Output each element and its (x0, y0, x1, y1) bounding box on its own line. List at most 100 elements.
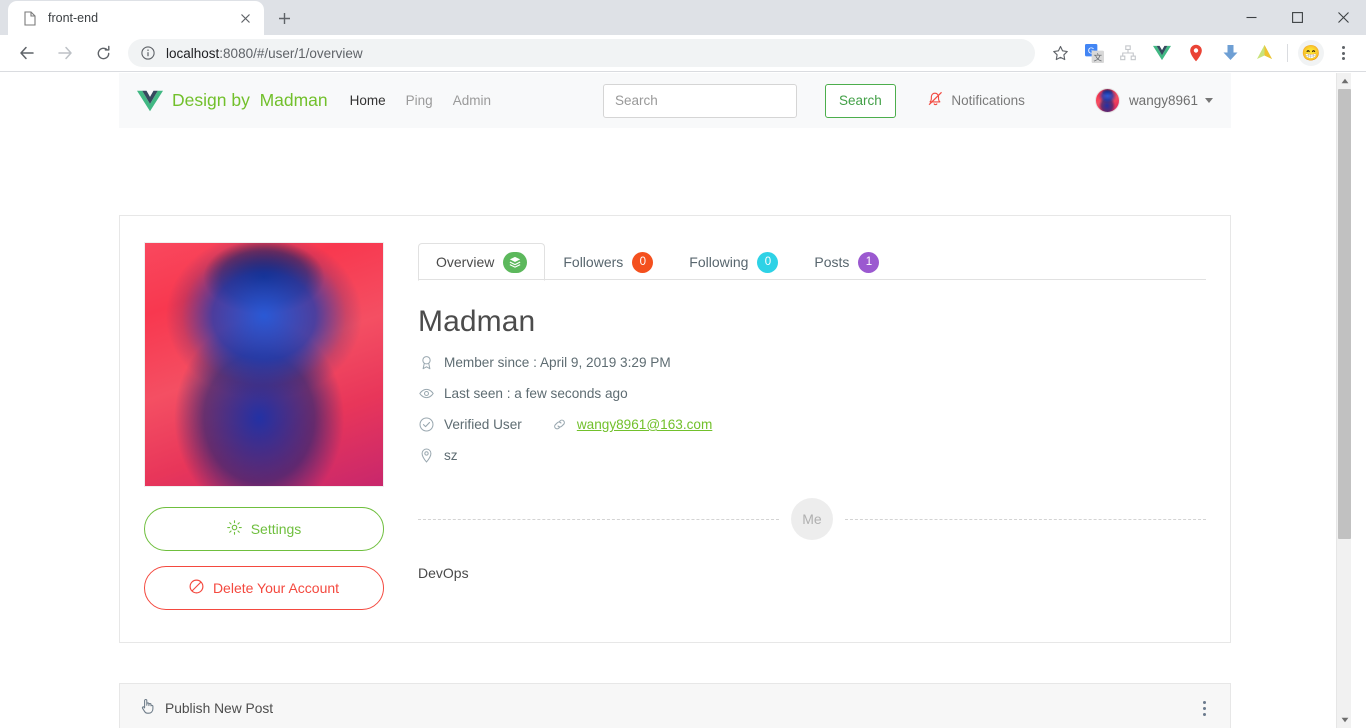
nav-link-admin[interactable]: Admin (453, 93, 491, 108)
new-tab-button[interactable] (270, 4, 298, 32)
meta-location: sz (418, 448, 1206, 463)
tab-overview[interactable]: Overview (418, 243, 546, 281)
close-window-button[interactable] (1320, 0, 1366, 35)
nav-link-home[interactable]: Home (350, 93, 386, 108)
three-dot-menu-icon[interactable] (1199, 697, 1210, 720)
page-viewport: Design by Madman Home Ping Admin Search (0, 73, 1366, 728)
eye-icon (418, 386, 434, 401)
browser-tab[interactable]: front-end (8, 1, 264, 35)
address-host: localhost (166, 45, 220, 61)
three-dot-menu-icon[interactable] (1330, 40, 1356, 66)
search-input[interactable] (602, 83, 797, 118)
notifications-label: Notifications (951, 93, 1025, 108)
nav-links: Home Ping Admin (350, 93, 491, 108)
brand[interactable]: Design by Madman (137, 90, 328, 112)
meta-verified: Verified User wangy8961@163.com (418, 417, 1206, 432)
page-scrollbar[interactable] (1336, 73, 1351, 728)
tab-overview-label: Overview (436, 254, 495, 270)
page-title: Madman (418, 305, 536, 338)
toolbar-divider (1287, 44, 1288, 62)
meta-last-seen: Last seen : a few seconds ago (418, 386, 1206, 401)
brand-prefix: Design by (172, 90, 250, 110)
search-button[interactable]: Search (824, 83, 896, 118)
tab-overview-badge (503, 251, 528, 273)
tab-following[interactable]: Following 0 (671, 243, 796, 281)
profile-bio: DevOps (418, 565, 469, 581)
gear-icon (226, 520, 251, 538)
profile-photo (144, 242, 384, 487)
location-pin-icon[interactable] (1183, 40, 1209, 66)
app-navbar: Design by Madman Home Ping Admin Search (119, 73, 1231, 128)
close-icon[interactable] (236, 9, 254, 27)
tab-following-label: Following (689, 254, 749, 270)
section-divider: Me (418, 497, 1206, 541)
web-page: Design by Madman Home Ping Admin Search (0, 73, 1351, 728)
scroll-up-arrow-icon[interactable] (1337, 73, 1352, 89)
browser-window: front-end localhost:8080/#/user/1/overvi… (0, 0, 1366, 728)
chevron-down-icon (1205, 98, 1213, 103)
tab-followers-badge: 0 (632, 251, 654, 273)
tab-followers-label: Followers (563, 254, 624, 270)
brand-name: Madman (259, 90, 328, 110)
bell-slash-icon (927, 90, 944, 112)
profile-card: Settings Delete Your Account Overview Fo… (119, 215, 1231, 643)
minimize-button[interactable] (1228, 0, 1274, 35)
download-arrow-icon[interactable] (1217, 40, 1243, 66)
extension-icons: G 文 😁 (1043, 40, 1358, 66)
tab-posts-label: Posts (814, 254, 850, 270)
tab-followers[interactable]: Followers 0 (545, 243, 671, 281)
forward-arrow-icon[interactable] (51, 39, 79, 67)
meta-last-seen-text: Last seen : a few seconds ago (444, 386, 628, 401)
tabs-underline (418, 279, 1206, 280)
divider-label: Me (791, 498, 833, 540)
tab-following-badge: 0 (757, 251, 779, 273)
publish-post-card: Publish New Post (119, 683, 1231, 728)
settings-button[interactable]: Settings (144, 507, 384, 551)
delete-account-button-label: Delete Your Account (212, 580, 340, 596)
bookmark-star-icon[interactable] (1047, 40, 1073, 66)
paper-plane-icon[interactable] (1251, 40, 1277, 66)
address-bar[interactable]: localhost:8080/#/user/1/overview (128, 39, 1035, 67)
info-circle-icon[interactable] (140, 45, 156, 61)
check-circle-icon (418, 417, 434, 432)
divider-line-right (845, 518, 1206, 520)
meta-member-since: Member since : April 9, 2019 3:29 PM (418, 355, 1206, 370)
browser-tab-strip: front-end (0, 0, 1366, 35)
meta-location-text: sz (444, 448, 458, 463)
window-controls (1228, 0, 1366, 35)
settings-button-label: Settings (250, 521, 302, 537)
meta-member-since-text: Member since : April 9, 2019 3:29 PM (444, 355, 671, 370)
email-link[interactable]: wangy8961@163.com (577, 417, 712, 432)
divider-line-left (418, 518, 779, 520)
browser-toolbar: localhost:8080/#/user/1/overview G 文 😁 (0, 35, 1366, 72)
google-translate-icon[interactable]: G 文 (1081, 40, 1107, 66)
user-menu[interactable]: wangy8961 (1094, 88, 1213, 113)
browser-tab-title: front-end (48, 11, 99, 25)
vuejs-logo (137, 90, 163, 112)
notifications-button[interactable]: Notifications (927, 90, 1025, 112)
address-bar-url: localhost:8080/#/user/1/overview (166, 46, 363, 61)
meta-verified-text: Verified User (444, 417, 522, 432)
vuejs-devtools-icon[interactable] (1149, 40, 1175, 66)
delete-account-button[interactable]: Delete Your Account (144, 566, 384, 610)
address-path: :8080/#/user/1/overview (219, 45, 363, 61)
scroll-down-arrow-icon[interactable] (1337, 712, 1352, 728)
page-icon (22, 10, 38, 26)
browser-profile-avatar[interactable]: 😁 (1298, 40, 1324, 66)
navbar-search: Search (602, 83, 896, 118)
navbar-right: Notifications wangy8961 (927, 88, 1213, 113)
map-pin-icon (418, 448, 434, 463)
tab-posts-badge: 1 (858, 251, 880, 273)
publish-post-title: Publish New Post (165, 700, 274, 716)
svg-text:文: 文 (1093, 51, 1102, 62)
maximize-button[interactable] (1274, 0, 1320, 35)
back-arrow-icon[interactable] (13, 39, 41, 67)
tab-posts[interactable]: Posts 1 (796, 243, 897, 281)
sitemap-icon[interactable] (1115, 40, 1141, 66)
hand-pointer-icon (140, 698, 155, 719)
ban-icon (189, 579, 213, 597)
reload-icon[interactable] (89, 39, 117, 67)
scrollbar-thumb[interactable] (1338, 89, 1351, 539)
award-icon (418, 355, 434, 370)
nav-link-ping[interactable]: Ping (406, 93, 433, 108)
